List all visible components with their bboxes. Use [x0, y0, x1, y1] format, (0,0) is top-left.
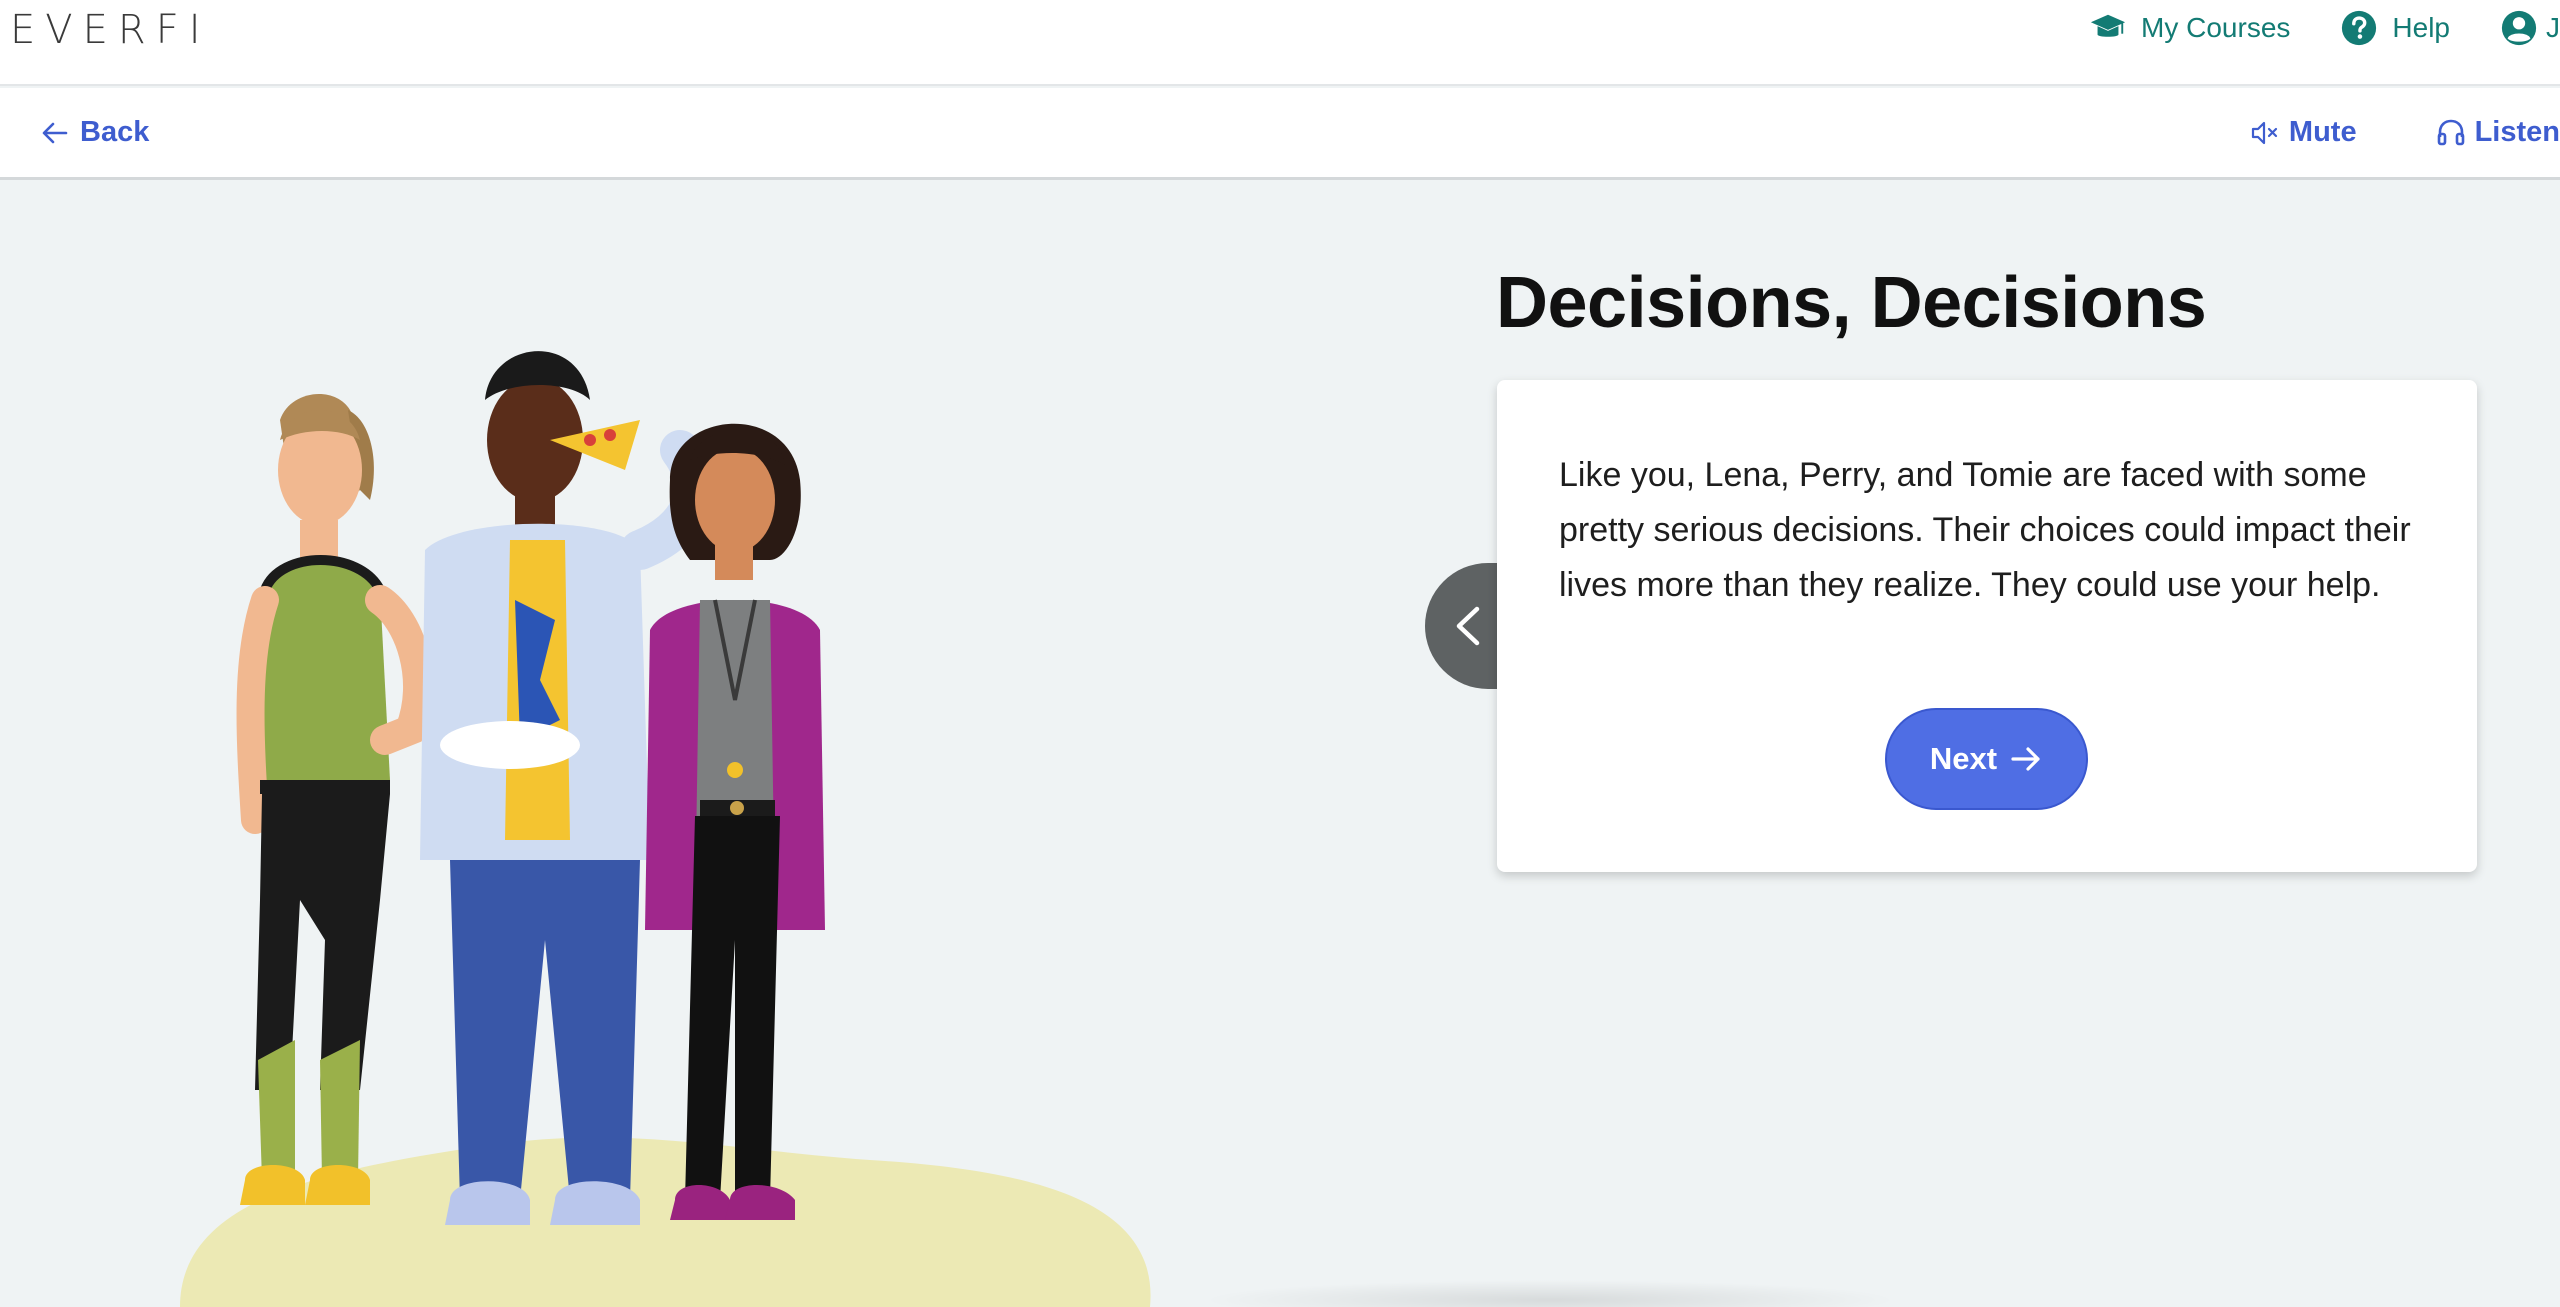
card-body-text: Like you, Lena, Perry, and Tomie are fac…: [1559, 456, 2411, 604]
logo-text: EVERFI: [10, 7, 211, 53]
content-card: Like you, Lena, Perry, and Tomie are fac…: [1497, 380, 2477, 872]
my-courses-label: My Courses: [2141, 12, 2291, 43]
previous-slide-button[interactable]: [1425, 563, 1497, 689]
arrow-right-icon: [2011, 747, 2040, 771]
mute-button[interactable]: Mute: [2249, 116, 2357, 149]
back-label: Back: [80, 116, 150, 148]
listen-label: Listen: [2474, 116, 2560, 148]
lesson-toolbar: Back Mute Listen: [0, 88, 2560, 180]
top-header: EVERFI My Courses Help J: [0, 0, 2560, 86]
question-circle-icon: [2342, 10, 2377, 46]
speaker-muted-icon: [2251, 121, 2278, 144]
mute-label: Mute: [2288, 116, 2357, 148]
help-link[interactable]: Help: [2340, 9, 2450, 47]
chevron-left-icon: [1456, 606, 1480, 646]
everfi-logo[interactable]: EVERFI: [10, 7, 211, 53]
lena-character: [236, 393, 433, 1205]
next-label: Next: [1929, 741, 1998, 776]
slide-title: Decisions, Decisions: [1496, 263, 2207, 343]
listen-button[interactable]: Listen: [2435, 116, 2560, 149]
back-button[interactable]: Back: [40, 116, 149, 149]
user-circle-icon: [2501, 10, 2537, 46]
audio-controls: Mute Listen: [2249, 116, 2560, 149]
bottom-shadow: [1200, 1280, 1900, 1307]
account-initial: J: [2546, 12, 2560, 43]
graduation-cap-icon: [2090, 14, 2126, 37]
next-button[interactable]: Next: [1885, 708, 2088, 810]
headphones-icon: [2437, 119, 2464, 145]
top-navigation: My Courses Help J: [2089, 6, 2560, 50]
arrow-left-icon: [42, 122, 68, 143]
help-label: Help: [2392, 12, 2450, 43]
my-courses-link[interactable]: My Courses: [2089, 9, 2290, 47]
characters-illustration: [180, 351, 1151, 1307]
account-menu[interactable]: J: [2500, 9, 2560, 47]
